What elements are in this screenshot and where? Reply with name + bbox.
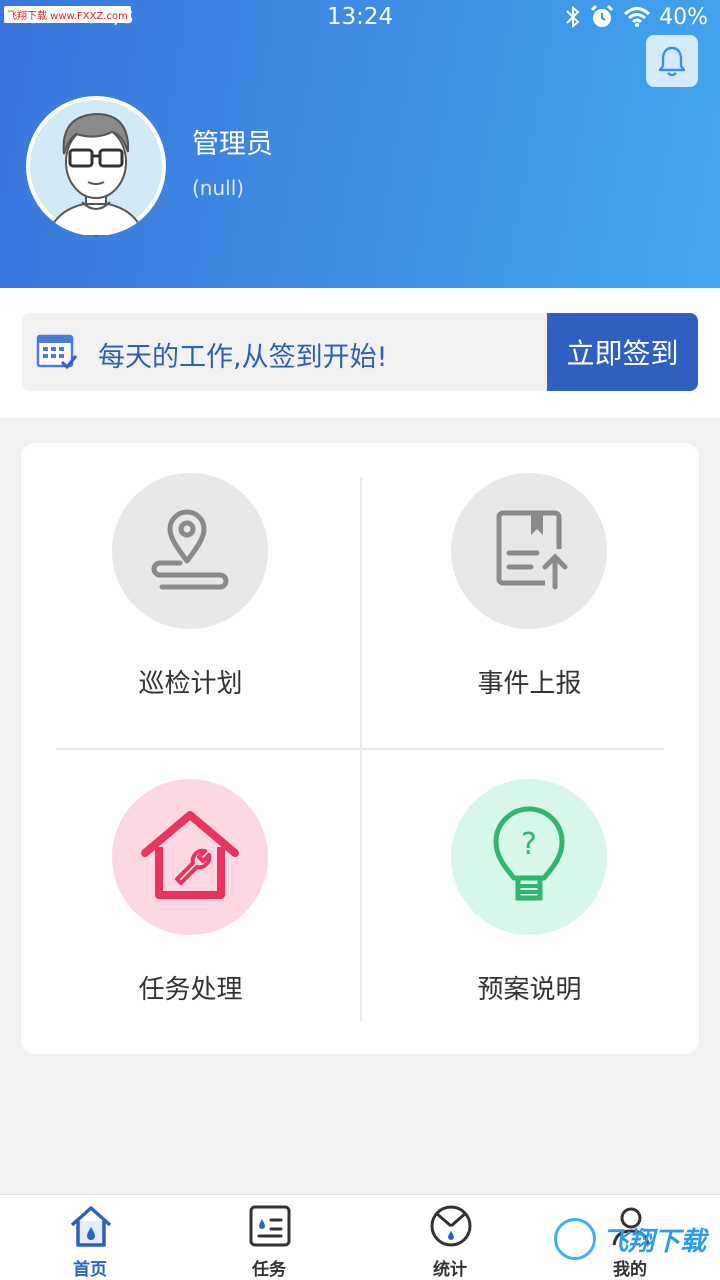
- tile-plan-description[interactable]: ? 预案说明: [360, 749, 699, 1049]
- bluetooth-icon: [566, 5, 580, 29]
- tile-label: 事件上报: [477, 669, 582, 699]
- location-path-icon: [151, 509, 229, 590]
- tile-label: 任务处理: [138, 975, 243, 1005]
- user-subtitle: (null): [192, 176, 245, 200]
- stats-icon: [430, 1205, 472, 1247]
- avatar[interactable]: [26, 96, 166, 236]
- calendar-check-icon: [36, 334, 78, 370]
- task-list-icon: [249, 1205, 291, 1247]
- signin-section: 每天的工作,从签到开始! 立即签到: [0, 288, 720, 418]
- tile-icon-circle: [112, 779, 268, 935]
- nav-label: 统计: [433, 1260, 467, 1280]
- watermark-bottom: 飞翔下载: [553, 1218, 706, 1260]
- lightbulb-question-icon: ?: [493, 806, 565, 901]
- tile-icon-circle: ?: [451, 779, 607, 935]
- battery-level: 40%: [659, 4, 708, 30]
- home-icon: [70, 1206, 112, 1247]
- profile-header: 4G 1.9K/s 13:24 40% 飞翔下载 www.FXXZ.com: [0, 0, 720, 288]
- bell-icon: [658, 46, 686, 77]
- nav-label: 首页: [73, 1260, 107, 1280]
- report-upload-icon: [496, 510, 568, 590]
- nav-tasks[interactable]: 任务: [229, 1203, 309, 1280]
- status-bar: 4G 1.9K/s 13:24 40% 飞翔下载 www.FXXZ.com: [0, 0, 720, 38]
- signin-message: 每天的工作,从签到开始!: [98, 342, 388, 373]
- signin-button[interactable]: 立即签到: [547, 313, 698, 391]
- alarm-icon: [591, 4, 614, 27]
- watermark-top: 飞翔下载 www.FXXZ.com: [4, 6, 131, 23]
- user-name: 管理员: [192, 129, 273, 160]
- svg-text:?: ?: [521, 827, 537, 862]
- tile-inspection-plan[interactable]: 巡检计划: [21, 443, 360, 743]
- nav-home[interactable]: 首页: [50, 1203, 130, 1280]
- avatar-illustration: [30, 100, 162, 236]
- nav-label: 任务: [252, 1260, 286, 1280]
- feature-grid: 巡检计划 事件上报 任务处理 ? 预案说明: [21, 443, 699, 1054]
- watermark-logo: [553, 1218, 596, 1260]
- house-wrench-icon: [141, 811, 239, 899]
- tile-task-handling[interactable]: 任务处理: [21, 749, 360, 1049]
- nav-statistics[interactable]: 统计: [410, 1203, 490, 1280]
- tile-label: 预案说明: [477, 975, 582, 1005]
- watermark-text: 飞翔下载: [601, 1226, 706, 1257]
- tile-icon-circle: [451, 473, 607, 629]
- notification-button[interactable]: [646, 35, 698, 87]
- signin-banner: 每天的工作,从签到开始! 立即签到: [22, 313, 698, 391]
- tile-event-report[interactable]: 事件上报: [360, 443, 699, 743]
- status-icons: 40%: [565, 4, 708, 30]
- tile-icon-circle: [112, 473, 268, 629]
- wifi-icon: [624, 7, 651, 27]
- tile-label: 巡检计划: [138, 669, 243, 699]
